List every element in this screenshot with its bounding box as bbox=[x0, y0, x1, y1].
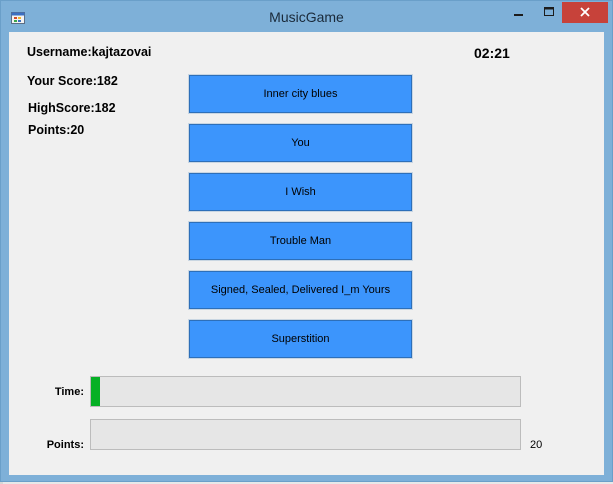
answer-button-3[interactable]: I Wish bbox=[188, 172, 413, 212]
points-progress-value: 20 bbox=[530, 439, 543, 451]
answer-button-5[interactable]: Signed, Sealed, Delivered I_m Yours bbox=[188, 270, 413, 310]
time-bar-label: Time: bbox=[54, 386, 84, 398]
username-label: Username:kajtazovai bbox=[27, 45, 152, 59]
score-label: Your Score:182 bbox=[27, 74, 118, 88]
points-label: Points:20 bbox=[28, 123, 85, 137]
time-progress-fill bbox=[91, 377, 100, 406]
points-progress-bar bbox=[90, 419, 521, 450]
highscore-label: HighScore:182 bbox=[28, 101, 116, 115]
maximize-button[interactable] bbox=[535, 3, 563, 23]
answer-button-2[interactable]: You bbox=[188, 123, 413, 163]
answer-button-4[interactable]: Trouble Man bbox=[188, 221, 413, 261]
maximize-icon bbox=[543, 6, 555, 20]
time-progress-bar bbox=[90, 376, 521, 407]
game-panel: Username:kajtazovai 02:21 Your Score:182… bbox=[9, 32, 604, 475]
countdown-timer: 02:21 bbox=[474, 45, 510, 61]
minimize-button[interactable] bbox=[505, 3, 533, 23]
minimize-icon bbox=[514, 6, 524, 20]
answer-button-1[interactable]: Inner city blues bbox=[188, 74, 413, 114]
points-bar-label: Points: bbox=[46, 439, 84, 451]
answer-button-6[interactable]: Superstition bbox=[188, 319, 413, 359]
app-window: MusicGame Username:kajtazovai 02:21 Your… bbox=[0, 0, 613, 482]
close-button[interactable] bbox=[562, 2, 608, 23]
title-bar[interactable]: MusicGame bbox=[1, 1, 612, 32]
close-icon bbox=[580, 6, 590, 20]
